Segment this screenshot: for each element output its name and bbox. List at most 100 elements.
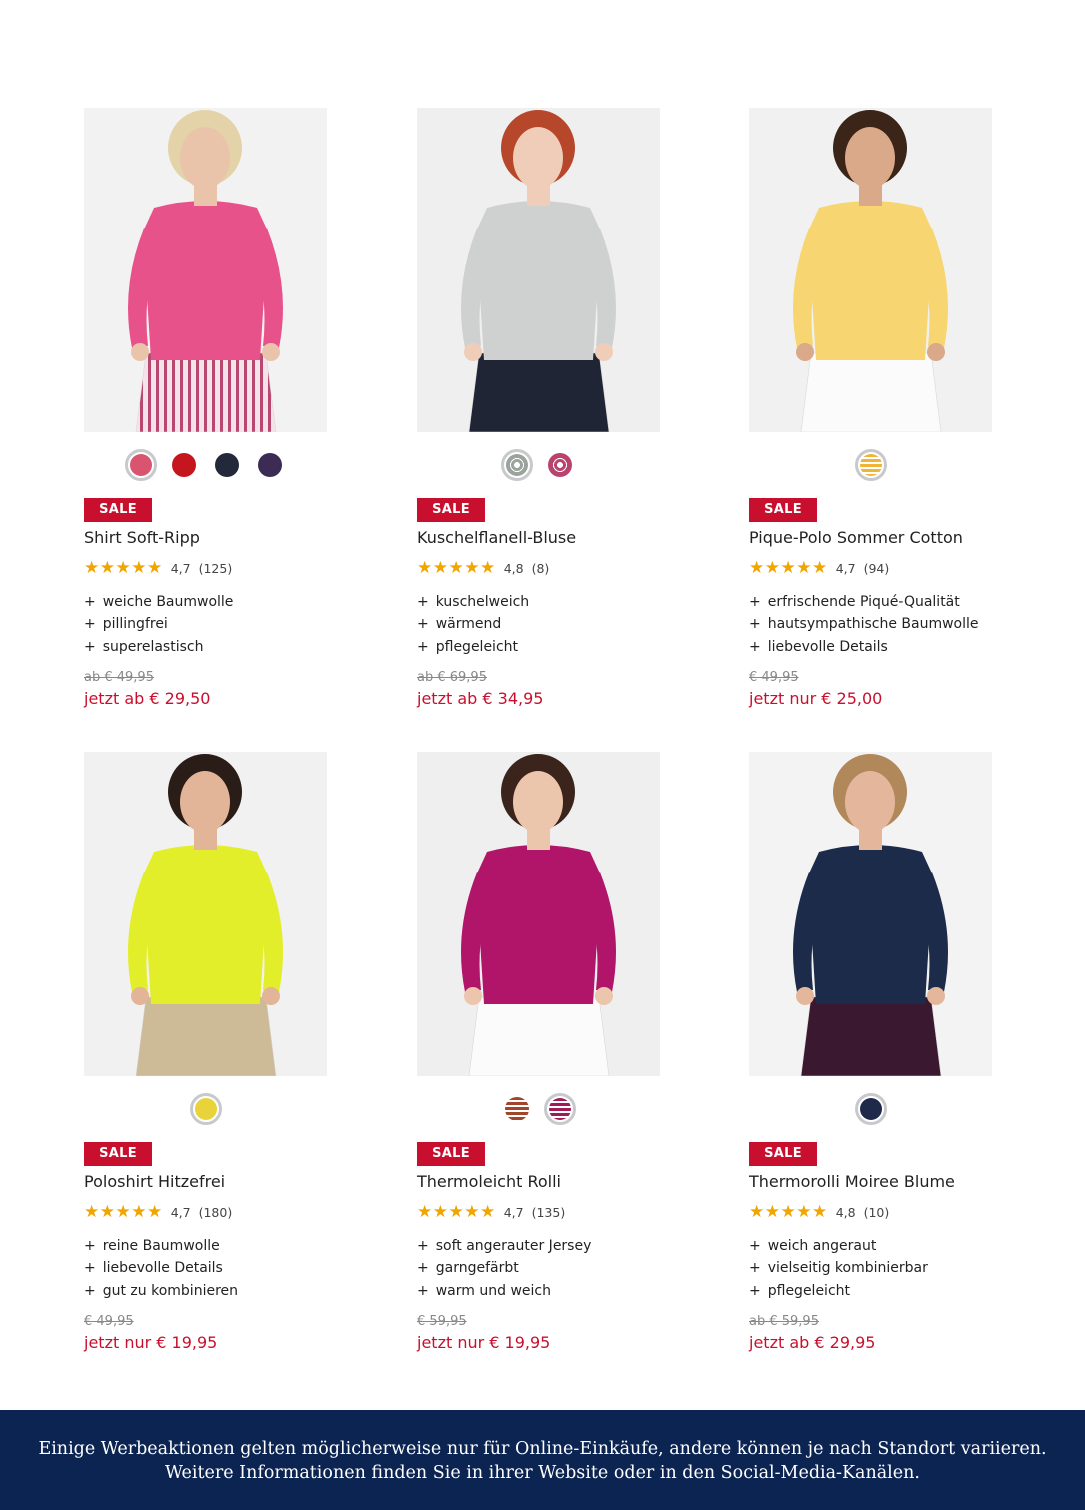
old-price: ab € 59,95 [749,1314,819,1329]
star-rating-icon: ★★★★★ [417,558,496,578]
color-swatch[interactable] [501,449,533,481]
color-swatch[interactable] [544,1093,576,1125]
model-right-hand [595,343,613,361]
model-photo [84,108,327,432]
color-swatches [749,1093,992,1125]
product-image[interactable] [84,108,327,432]
color-swatch[interactable] [189,1093,222,1125]
rating-value: 4,7 [170,1205,191,1220]
model-left-hand [131,343,149,361]
model-face [845,127,895,189]
color-swatch[interactable] [501,1093,533,1125]
product-title[interactable]: Thermorolli Moiree Blume [749,1172,955,1191]
product-image[interactable] [84,752,327,1076]
color-swatch[interactable] [125,449,157,481]
star-rating-icon: ★★★★★ [84,558,163,578]
old-price: ab € 49,95 [84,670,154,685]
color-swatches [417,449,660,481]
review-count: (135) [531,1205,566,1220]
review-count: (94) [863,561,890,576]
sale-badge: SALE [84,1142,152,1166]
product-image[interactable] [417,108,660,432]
model-trousers [800,996,942,1076]
feature-item: weiche Baumwolle [84,591,234,613]
rating[interactable]: ★★★★★ 4,7 (135) [417,1204,565,1221]
model-photo [749,752,992,1076]
color-swatch[interactable] [168,449,200,481]
rating[interactable]: ★★★★★ 4,7 (180) [84,1204,232,1221]
model-left-hand [464,343,482,361]
product-image[interactable] [749,752,992,1076]
feature-item: soft angerauter Jersey [417,1235,592,1257]
old-price: € 59,95 [417,1314,467,1329]
model-top [143,845,268,1004]
color-swatches [84,449,327,481]
model-photo [749,108,992,432]
model-top [476,201,601,360]
product-image[interactable] [749,108,992,432]
rating-value: 4,7 [835,561,856,576]
star-rating-icon: ★★★★★ [84,1202,163,1222]
rating[interactable]: ★★★★★ 4,7 (94) [749,560,889,577]
product-title[interactable]: Poloshirt Hitzefrei [84,1172,225,1191]
product-title[interactable]: Kuschelflanell-Bluse [417,528,576,547]
model-top [808,845,933,1004]
color-swatch[interactable] [254,449,286,481]
review-count: (180) [198,1205,233,1220]
model-face [513,771,563,833]
sale-price: jetzt nur € 19,95 [84,1333,218,1352]
feature-item: pillingfrei [84,613,233,635]
product-title[interactable]: Shirt Soft-Ripp [84,528,200,547]
review-count: (125) [198,561,233,576]
swatch-color-dot [172,453,196,477]
model-right-hand [262,987,280,1005]
feature-list: soft angerauter Jersey garngefärbt warm … [417,1235,592,1302]
model-left-hand [464,987,482,1005]
feature-item: liebevolle Details [84,1257,238,1279]
star-rating-icon: ★★★★★ [749,1202,828,1222]
rating-value: 4,8 [835,1205,856,1220]
star-rating-icon: ★★★★★ [417,1202,496,1222]
model-top [476,845,601,1004]
old-price: € 49,95 [749,670,799,685]
sale-badge: SALE [749,1142,817,1166]
rating[interactable]: ★★★★★ 4,7 (125) [84,560,232,577]
swatch-pattern-dot [548,453,572,477]
product-title[interactable]: Pique-Polo Sommer Cotton [749,528,963,547]
feature-list: kuschelweich wärmend pflegeleicht [417,591,529,658]
model-face [180,771,230,833]
model-left-hand [796,343,814,361]
rating[interactable]: ★★★★★ 4,8 (8) [417,560,549,577]
swatch-stripe-dot [549,1098,571,1120]
feature-item: kuschelweich [417,591,529,613]
rating[interactable]: ★★★★★ 4,8 (10) [749,1204,889,1221]
swatch-color-dot [859,1098,882,1120]
rating-value: 4,8 [503,561,524,576]
model-face [513,127,563,189]
product-image[interactable] [417,752,660,1076]
color-swatch[interactable] [544,449,576,481]
color-swatch[interactable] [854,1093,887,1125]
feature-list: weich angeraut vielseitig kombinierbar p… [749,1235,928,1302]
model-photo [84,752,327,1076]
disclaimer-line-1: Einige Werbeaktionen gelten möglicherwei… [38,1439,1047,1459]
model-trousers [468,996,610,1076]
feature-item: superelastisch [84,636,233,658]
swatch-color-dot [215,453,239,477]
old-price: ab € 69,95 [417,670,487,685]
rating-value: 4,7 [170,561,191,576]
product-title[interactable]: Thermoleicht Rolli [417,1172,561,1191]
color-swatch[interactable] [854,449,887,481]
model-face [180,127,230,189]
sale-badge: SALE [417,498,485,522]
swatch-color-dot [194,1098,217,1120]
model-trousers [800,352,942,432]
sale-badge: SALE [749,498,817,522]
feature-list: erfrischende Piqué-Qualität hautsympathi… [749,591,979,658]
model-top [143,201,268,360]
sale-price: jetzt ab € 34,95 [417,689,544,708]
swatch-color-dot [130,454,152,476]
feature-item: wärmend [417,613,529,635]
model-face [845,771,895,833]
color-swatch[interactable] [211,449,243,481]
